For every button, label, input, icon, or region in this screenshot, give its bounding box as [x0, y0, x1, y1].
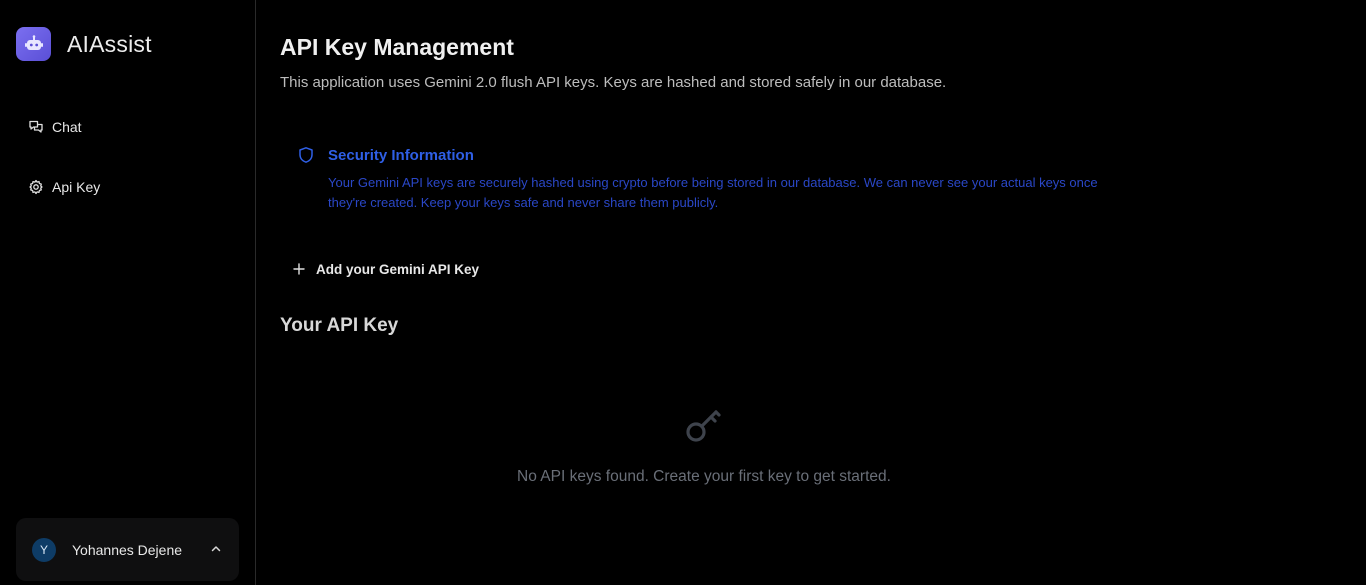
sidebar-item-label: Chat	[52, 119, 82, 135]
robot-icon	[16, 27, 51, 61]
add-api-key-button[interactable]: Add your Gemini API Key	[280, 252, 491, 286]
chat-bubbles-icon	[28, 119, 44, 135]
brand-name: AIAssist	[67, 30, 152, 57]
empty-state: No API keys found. Create your first key…	[256, 400, 1152, 486]
sidebar-item-api-key[interactable]: Api Key	[16, 170, 240, 204]
page-title: API Key Management	[280, 34, 514, 60]
user-name: Yohannes Dejene	[72, 541, 183, 558]
sidebar-item-label: Api Key	[52, 179, 101, 195]
key-icon	[686, 410, 721, 442]
empty-state-text: No API keys found. Create your first key…	[517, 468, 891, 485]
user-menu[interactable]: Y Yohannes Dejene	[16, 518, 239, 581]
shield-icon	[297, 146, 315, 164]
brand[interactable]: AIAssist	[16, 27, 152, 61]
add-api-key-label: Add your Gemini API Key	[316, 261, 480, 277]
gear-icon	[28, 179, 44, 195]
chevron-up-icon[interactable]	[209, 542, 223, 556]
security-info-body: Your Gemini API keys are securely hashed…	[328, 175, 1098, 210]
sidebar-item-chat[interactable]: Chat	[16, 110, 240, 144]
page-description: This application uses Gemini 2.0 flush A…	[280, 74, 947, 91]
security-info-panel: Security Information Your Gemini API key…	[280, 130, 1140, 220]
sidebar-nav: Chat Api Key	[16, 110, 240, 204]
app: AIAssist Chat Api Key Y Yohannes Dejene …	[0, 0, 1366, 585]
security-info-title: Security Information	[328, 147, 474, 164]
plus-icon	[292, 262, 306, 276]
your-api-key-heading: Your API Key	[280, 315, 399, 336]
main-content: API Key Management This application uses…	[256, 0, 1366, 585]
sidebar: AIAssist Chat Api Key Y Yohannes Dejene	[0, 0, 256, 585]
avatar: Y	[32, 537, 56, 562]
